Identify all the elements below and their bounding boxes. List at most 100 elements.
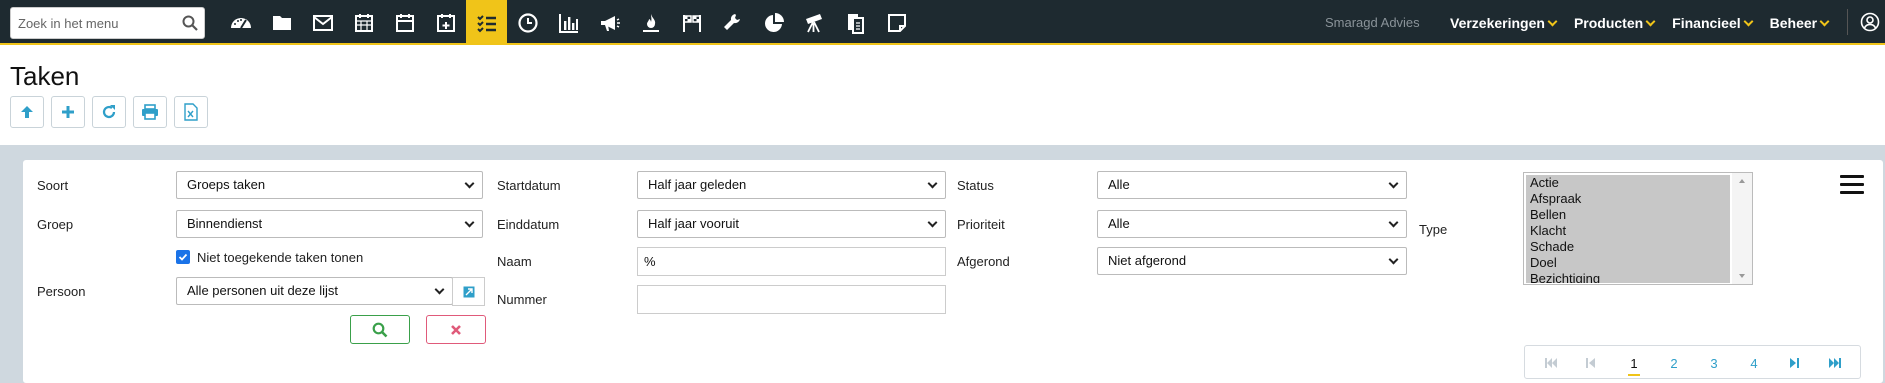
status-label: Status	[957, 178, 994, 193]
prev-page-icon	[1586, 358, 1595, 368]
type-option[interactable]: Actie	[1526, 175, 1730, 191]
scroll-up-icon[interactable]	[1732, 175, 1752, 187]
clock-icon[interactable]	[507, 0, 548, 45]
refresh-button[interactable]	[92, 96, 126, 128]
einddatum-value: Half jaar vooruit	[648, 216, 740, 231]
groep-label: Groep	[37, 217, 74, 232]
next-page-icon	[1790, 358, 1799, 368]
prioriteit-label: Prioriteit	[957, 217, 1005, 232]
einddatum-label: Einddatum	[497, 217, 560, 232]
print-button[interactable]	[133, 96, 167, 128]
soort-value: Groeps taken	[187, 177, 266, 192]
tasks-icon[interactable]	[466, 0, 507, 45]
chevron-down-icon	[1819, 16, 1830, 26]
megaphone-icon[interactable]	[589, 0, 630, 45]
menu-label: Beheer	[1769, 15, 1818, 31]
groep-value: Binnendienst	[187, 216, 263, 231]
wrench-icon[interactable]	[712, 0, 753, 45]
menu-financieel[interactable]: Financieel	[1672, 15, 1754, 31]
page-number: 2	[1670, 355, 1678, 371]
chevron-down-icon	[1547, 16, 1558, 26]
chevron-down-icon	[1388, 217, 1399, 228]
afgerond-select[interactable]: Niet afgerond	[1097, 247, 1407, 275]
type-option[interactable]: Doel	[1526, 255, 1730, 271]
excel-icon	[184, 103, 198, 121]
menu-search-input[interactable]	[11, 8, 171, 38]
menu-label: Producten	[1573, 15, 1644, 31]
soort-select[interactable]: Groeps taken	[176, 171, 483, 199]
groep-select[interactable]: Binnendienst	[176, 210, 483, 238]
menu-search	[10, 7, 205, 39]
search-icon	[372, 322, 388, 337]
dashboard-icon[interactable]	[220, 0, 261, 45]
note-icon[interactable]	[876, 0, 917, 45]
calendar-blank-icon[interactable]	[384, 0, 425, 45]
naam-label: Naam	[497, 254, 532, 269]
nummer-input[interactable]	[637, 285, 946, 314]
type-option[interactable]: Schade	[1526, 239, 1730, 255]
einddatum-select[interactable]: Half jaar vooruit	[637, 210, 946, 238]
first-page-icon	[1545, 358, 1557, 368]
go-up-button[interactable]	[10, 96, 44, 128]
prioriteit-value: Alle	[1108, 216, 1130, 231]
page-4-button[interactable]: 4	[1734, 346, 1774, 380]
print-icon	[142, 104, 158, 120]
last-page-button[interactable]	[1815, 346, 1855, 380]
first-page-button[interactable]	[1531, 346, 1571, 380]
action-toolbar	[10, 96, 208, 128]
naam-input[interactable]: %	[637, 247, 946, 276]
prioriteit-select[interactable]: Alle	[1097, 210, 1407, 238]
menu-beheer[interactable]: Beheer	[1769, 15, 1830, 31]
refresh-icon	[102, 105, 116, 119]
type-option[interactable]: Klacht	[1526, 223, 1730, 239]
persoon-lookup-button[interactable]	[452, 277, 485, 306]
company-name: Smaragd Advies	[1325, 15, 1420, 30]
export-excel-button[interactable]	[174, 96, 208, 128]
user-icon[interactable]	[1860, 12, 1880, 32]
pie-chart-icon[interactable]	[753, 0, 794, 45]
menu-producten[interactable]: Producten	[1573, 15, 1656, 31]
nav-icon-bar	[220, 0, 917, 45]
bar-chart-icon[interactable]	[548, 0, 589, 45]
checkmark-icon	[178, 253, 188, 261]
mail-icon[interactable]	[302, 0, 343, 45]
folder-icon[interactable]	[261, 0, 302, 45]
scroll-down-icon[interactable]	[1732, 270, 1752, 282]
fire-icon[interactable]	[630, 0, 671, 45]
add-button[interactable]	[51, 96, 85, 128]
calendar-icon[interactable]	[343, 0, 384, 45]
arrow-up-icon	[21, 106, 33, 118]
type-option[interactable]: Bezichtiging	[1526, 271, 1730, 283]
calendar-plus-icon[interactable]	[425, 0, 466, 45]
persoon-select[interactable]: Alle personen uit deze lijst	[176, 277, 453, 305]
page-number: 3	[1710, 355, 1718, 371]
documents-icon[interactable]	[835, 0, 876, 45]
top-navigation-bar: Smaragd Advies Verzekeringen Producten F…	[0, 0, 1885, 45]
page-1-button[interactable]: 1	[1614, 346, 1654, 380]
type-listbox[interactable]: Actie Afspraak Bellen Klacht Schade Doel…	[1523, 172, 1753, 285]
page-2-button[interactable]: 2	[1654, 346, 1694, 380]
next-page-button[interactable]	[1774, 346, 1814, 380]
page-number: 4	[1750, 355, 1758, 371]
afgerond-value: Niet afgerond	[1108, 253, 1187, 268]
status-select[interactable]: Alle	[1097, 171, 1407, 199]
page-3-button[interactable]: 3	[1694, 346, 1734, 380]
niet-toegekend-checkbox[interactable]	[176, 250, 190, 264]
chevron-down-icon	[1743, 16, 1754, 26]
search-icon[interactable]	[182, 15, 198, 31]
status-value: Alle	[1108, 177, 1130, 192]
clear-button[interactable]	[426, 315, 486, 344]
chevron-down-icon	[434, 284, 445, 295]
hamburger-menu-icon[interactable]	[1840, 175, 1864, 195]
type-option[interactable]: Afspraak	[1526, 191, 1730, 207]
flags-icon[interactable]	[671, 0, 712, 45]
chevron-down-icon	[464, 217, 475, 228]
prev-page-button[interactable]	[1571, 346, 1611, 380]
menu-label: Financieel	[1672, 15, 1741, 31]
telescope-icon[interactable]	[794, 0, 835, 45]
type-option[interactable]: Bellen	[1526, 207, 1730, 223]
menu-verzekeringen[interactable]: Verzekeringen	[1450, 15, 1558, 31]
search-button[interactable]	[350, 315, 410, 344]
listbox-scrollbar[interactable]	[1732, 173, 1752, 284]
startdatum-select[interactable]: Half jaar geleden	[637, 171, 946, 199]
